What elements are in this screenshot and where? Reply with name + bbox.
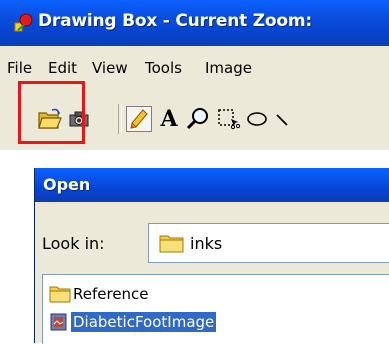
dialog-title: Open [43, 175, 91, 194]
folder-icon [49, 284, 71, 304]
text-tool-button[interactable]: A [156, 106, 182, 132]
look-in-label: Look in: [42, 234, 105, 253]
file-list[interactable]: Reference DiabeticFootImage [42, 274, 389, 344]
ellipse-tool-button[interactable] [244, 106, 270, 132]
menu-image[interactable]: Image [205, 59, 252, 77]
line-icon [276, 114, 288, 126]
zoom-tool-button[interactable] [185, 106, 211, 132]
window-title: Drawing Box - Current Zoom: [38, 11, 313, 31]
file-item-reference[interactable]: Reference [49, 280, 151, 308]
file-name: Reference [73, 285, 149, 303]
look-in-dropdown[interactable]: inks [148, 223, 389, 263]
open-dialog: Open Look in: inks Reference DiabeticFoo… [34, 168, 389, 344]
app-icon [14, 13, 33, 32]
ink-file-icon [49, 312, 71, 332]
title-bar[interactable]: Drawing Box - Current Zoom: [0, 0, 389, 46]
menu-tools[interactable]: Tools [145, 59, 182, 77]
toolbar-separator [118, 104, 122, 134]
dialog-title-bar[interactable]: Open [35, 168, 389, 202]
pencil-icon [130, 109, 148, 129]
file-name: DiabeticFootImage [71, 312, 217, 332]
text-icon: A [160, 106, 178, 132]
menu-bar: File Edit View Tools Image [0, 46, 389, 84]
select-tool-button[interactable] [216, 106, 242, 132]
look-in-value: inks [190, 234, 223, 253]
open-button-highlight [18, 81, 85, 144]
select-icon [218, 109, 241, 130]
file-item-diabeticfootimage[interactable]: DiabeticFootImage [49, 308, 217, 336]
folder-icon [159, 235, 184, 253]
line-tool-button[interactable] [272, 106, 298, 132]
menu-view[interactable]: View [92, 59, 128, 77]
zoom-icon [186, 108, 208, 130]
menu-file[interactable]: File [7, 59, 32, 77]
menu-edit[interactable]: Edit [48, 59, 77, 77]
ellipse-icon [247, 112, 267, 126]
pencil-tool-button[interactable] [126, 106, 152, 132]
